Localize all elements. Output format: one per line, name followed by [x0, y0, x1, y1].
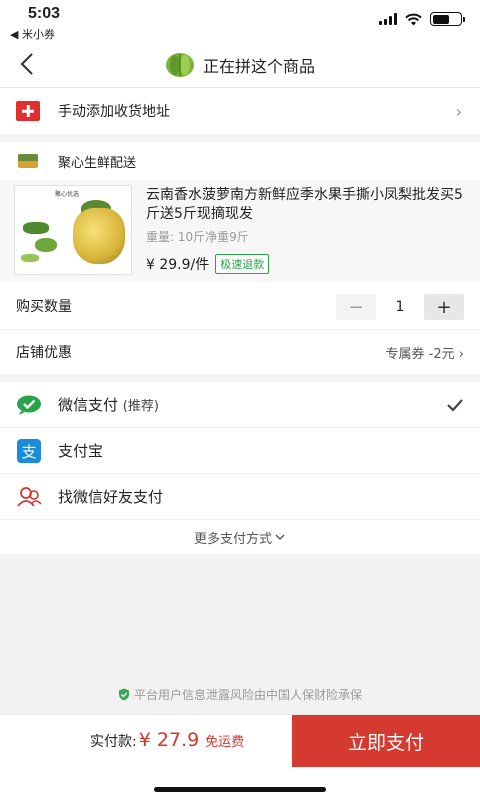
leaf-logo-icon	[165, 53, 194, 77]
wifi-icon	[405, 13, 422, 25]
quantity-row: 购买数量 − 1 +	[0, 282, 480, 330]
wechat-pay-label: 微信支付	[58, 396, 119, 414]
free-shipping-label: 免运费	[205, 735, 245, 750]
status-time: 5:03	[28, 5, 61, 22]
home-indicator[interactable]	[154, 787, 326, 792]
status-icons	[379, 12, 465, 26]
product-price: ¥ 29.9/件	[146, 257, 210, 273]
product-item[interactable]: 聚心优选 云南香水菠萝南方新鲜应季水果手撕小凤梨批发买5斤送5斤现摘现发 重量:…	[0, 180, 480, 282]
insurance-text: 平台用户信息泄露风险由中国人保财险承保	[133, 688, 362, 702]
product-thumbnail: 聚心优选	[14, 185, 132, 275]
payment-amount: 实付款: ¥ 27.9 免运费	[90, 729, 244, 751]
payment-option-alipay[interactable]: 支 支付宝	[0, 428, 480, 474]
insurance-notice: 平台用户信息泄露风险由中国人保财险承保	[0, 686, 480, 703]
quantity-minus-button[interactable]: −	[336, 294, 376, 320]
shop-header[interactable]: 聚心生鲜配送	[0, 142, 480, 180]
back-to-app-link[interactable]: ◀ 米小券	[10, 26, 55, 42]
recommended-tag: (推荐)	[122, 399, 159, 414]
pay-now-button[interactable]: 立即支付	[292, 715, 480, 767]
quantity-plus-button[interactable]: +	[424, 294, 464, 320]
thumbnail-caption: 聚心优选	[55, 191, 80, 198]
fast-refund-badge: 极速退款	[215, 254, 270, 274]
add-plus-icon	[16, 101, 40, 121]
svg-text:支: 支	[21, 443, 36, 461]
friend-pay-label: 找微信好友支付	[58, 488, 164, 506]
shop-card: 聚心生鲜配送 聚心优选 云南香水菠萝南方新鲜应季水果手撕小凤梨批发买5斤送5斤现…	[0, 142, 480, 374]
alipay-label: 支付宝	[58, 442, 104, 460]
add-address-label: 手动添加收货地址	[58, 104, 170, 120]
shop-promo-row[interactable]: 店铺优惠 专属券 -2元 ›	[0, 330, 480, 374]
payment-option-friend[interactable]: 找微信好友支付	[0, 474, 480, 520]
chevron-right-icon: ›	[455, 101, 462, 121]
add-address-row[interactable]: 手动添加收货地址 ›	[0, 88, 480, 134]
shield-check-icon	[118, 688, 129, 701]
more-payment-label: 更多支付方式	[193, 531, 272, 547]
alipay-icon: 支	[16, 438, 42, 463]
amount-label: 实付款:	[90, 734, 137, 750]
nav-bar: 正在拼这个商品	[0, 42, 480, 88]
page-title: 正在拼这个商品	[202, 57, 315, 76]
promo-label: 店铺优惠	[16, 345, 72, 361]
payment-methods: 微信支付 (推荐) 支 支付宝 找微信好友支付 更多支付方式	[0, 382, 480, 554]
battery-icon	[430, 12, 465, 26]
check-icon	[447, 398, 463, 412]
product-weight: 重量: 10斤净重9斤	[146, 230, 249, 244]
product-title: 云南香水菠萝南方新鲜应季水果手撕小凤梨批发买5斤送5斤现摘现发	[146, 187, 463, 222]
signal-icon	[379, 13, 397, 25]
status-bar: 5:03 ◀ 米小券	[0, 0, 480, 42]
pineapple-image	[73, 208, 125, 264]
friends-icon	[16, 486, 42, 508]
quantity-label: 购买数量	[16, 298, 72, 315]
chevron-down-icon	[275, 534, 285, 540]
wechat-pay-icon	[16, 394, 42, 416]
quantity-value: 1	[395, 299, 405, 315]
amount-value: ¥ 27.9	[138, 729, 200, 751]
shop-logo-icon	[18, 154, 38, 168]
shop-name: 聚心生鲜配送	[58, 155, 137, 171]
payment-option-wechat[interactable]: 微信支付 (推荐)	[0, 382, 480, 428]
promo-value: 专属券 -2元 ›	[385, 346, 464, 362]
more-payment-methods[interactable]: 更多支付方式	[0, 520, 480, 554]
quantity-stepper: − 1 +	[336, 294, 464, 320]
checkout-bar: 实付款: ¥ 27.9 免运费 立即支付	[0, 714, 480, 800]
